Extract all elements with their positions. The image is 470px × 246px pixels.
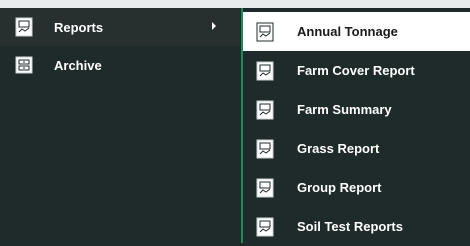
submenu-item-grass-report[interactable]: Grass Report (243, 129, 470, 168)
menu-item-archive[interactable]: Archive (0, 46, 240, 84)
report-icon (255, 100, 275, 120)
archive-icon (14, 55, 34, 75)
report-icon (255, 22, 275, 42)
menu-item-reports[interactable]: Reports (0, 8, 240, 46)
report-icon (14, 17, 34, 37)
chevron-right-icon (212, 22, 216, 30)
report-icon (255, 61, 275, 81)
submenu-item-soil-test-reports[interactable]: Soil Test Reports (243, 207, 470, 246)
submenu-item-farm-summary[interactable]: Farm Summary (243, 90, 470, 129)
submenu-item-label: Group Report (297, 180, 382, 195)
main-menu: Reports Archive (0, 8, 240, 243)
submenu-item-label: Annual Tonnage (297, 24, 398, 39)
report-icon (255, 217, 275, 237)
submenu-item-group-report[interactable]: Group Report (243, 168, 470, 207)
submenu-item-label: Soil Test Reports (297, 219, 403, 234)
top-strip (0, 0, 470, 8)
submenu-item-label: Farm Cover Report (297, 63, 415, 78)
submenu-item-label: Farm Summary (297, 102, 392, 117)
submenu-item-annual-tonnage[interactable]: Annual Tonnage (243, 12, 470, 51)
submenu-item-farm-cover-report[interactable]: Farm Cover Report (243, 51, 470, 90)
report-icon (255, 178, 275, 198)
menu-item-label: Archive (54, 57, 102, 73)
report-icon (255, 139, 275, 159)
menu-item-label: Reports (54, 19, 104, 35)
reports-submenu: Annual Tonnage Farm Cover Report Farm Su… (241, 8, 470, 243)
submenu-item-label: Grass Report (297, 141, 380, 156)
